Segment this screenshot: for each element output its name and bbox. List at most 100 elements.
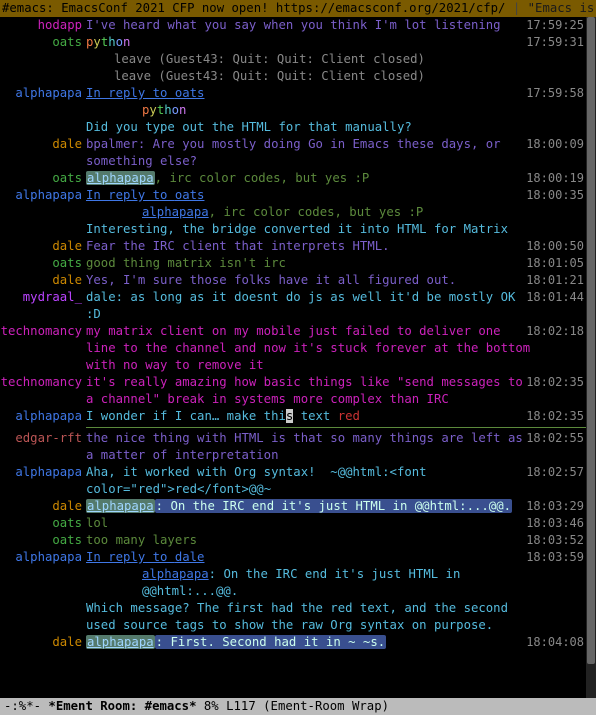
message-body: it's really amazing how basic things lik… [86, 374, 536, 408]
message-text: Interesting, the bridge converted it int… [86, 222, 508, 236]
chat-row: leave (Guest43: Quit: Quit: Client close… [0, 51, 596, 68]
reply-link[interactable]: In reply to [86, 550, 175, 564]
chat-row: alphapapa: On the IRC end it's just HTML… [0, 566, 596, 600]
nick-column: dale [0, 238, 86, 255]
timestamp: 18:02:18 [526, 323, 584, 340]
highlight-message: : On the IRC end it's just HTML in @@htm… [155, 499, 512, 513]
message-text: leave (Guest43: Quit: Quit: Client close… [114, 52, 425, 66]
reply-link[interactable]: oats [175, 86, 205, 100]
chat-row: oatspython17:59:31 [0, 34, 596, 51]
nick[interactable]: technomancy [1, 375, 82, 389]
message-text: Aha, it worked with Org syntax! ~ [86, 465, 338, 479]
nick[interactable]: alphapapa [15, 86, 82, 100]
highlight-nick: alphapapa [86, 171, 155, 185]
nick[interactable]: mydraal_ [23, 290, 82, 304]
nick[interactable]: technomancy [1, 324, 82, 338]
reply-link[interactable]: alphapapa [142, 567, 209, 581]
chat-row: oats alphapapa, irc color codes, but yes … [0, 170, 596, 187]
nick-column: oats [0, 255, 86, 272]
message-body: bpalmer: Are you mostly doing Go in Emac… [86, 136, 536, 170]
timestamp: 18:03:46 [526, 515, 584, 532]
message-body: good thing matrix isn't irc [86, 255, 536, 272]
message-text: Yes, I'm sure those folks have it all fi… [86, 273, 456, 287]
modeline: -:%*- *Ement Room: #emacs* 8% L117 (Emen… [0, 698, 596, 715]
nick[interactable]: alphapapa [15, 188, 82, 202]
nick[interactable]: alphapapa [15, 550, 82, 564]
header-topic-b: "Emacs is a co [520, 1, 596, 15]
message-body: dale: as long as it doesnt do js as well… [86, 289, 536, 323]
reply-link[interactable]: alphapapa [142, 205, 209, 219]
chat-row: alphapapa Aha, it worked with Org syntax!… [0, 464, 596, 498]
reply-link[interactable]: In reply to [86, 188, 175, 202]
highlight-nick: alphapapa [86, 499, 155, 513]
nick[interactable]: hodapp [38, 18, 82, 32]
timestamp: 17:59:25 [526, 17, 584, 34]
message-body: leave (Guest43: Quit: Quit: Client close… [86, 68, 536, 85]
timestamp: 18:02:35 [526, 408, 584, 425]
header-channel: #emacs [2, 1, 46, 15]
nick-column: oats [0, 34, 86, 51]
nick-column: hodapp [0, 17, 86, 34]
chat-row: edgar-rft the nice thing with HTML is tha… [0, 430, 596, 464]
nick[interactable]: oats [52, 171, 82, 185]
scrollbar-thumb[interactable] [587, 17, 595, 664]
nick-column: edgar-rft [0, 430, 86, 447]
nick-column: alphapapa [0, 549, 86, 566]
header-topic-a: : EmacsConf 2021 CFP now open! https://e… [46, 1, 512, 15]
modeline-mode: (Ement-Room Wrap) [263, 699, 389, 713]
chat-row: Which message? The first had the red tex… [0, 600, 596, 634]
nick[interactable]: dale [52, 499, 82, 513]
timestamp: 18:02:35 [526, 374, 584, 391]
timestamp: 18:02:57 [526, 464, 584, 481]
message-text: Fear the IRC client that interprets HTML… [86, 239, 390, 253]
nick-column: oats [0, 170, 86, 187]
message-text: red [338, 409, 360, 423]
message-text: leave (Guest43: Quit: Quit: Client close… [114, 69, 425, 83]
nick[interactable]: dale [52, 635, 82, 649]
nick[interactable]: dale [52, 239, 82, 253]
message-text: , irc color codes, but yes :P [155, 171, 370, 185]
nick-column: dale [0, 136, 86, 153]
timestamp: 18:00:35 [526, 187, 584, 204]
nick[interactable]: alphapapa [15, 409, 82, 423]
timestamp: 18:02:55 [526, 430, 584, 447]
chat-row: Did you type out the HTML for that manua… [0, 119, 596, 136]
reply-link[interactable]: oats [175, 188, 205, 202]
reply-link[interactable]: In reply to [86, 86, 175, 100]
nick[interactable]: oats [52, 516, 82, 530]
chat-row: dale Yes, I'm sure those folks have it al… [0, 272, 596, 289]
message-text: Which message? The first had the red tex… [86, 601, 515, 632]
reply-link[interactable]: dale [175, 550, 205, 564]
nick[interactable]: edgar-rft [15, 431, 82, 445]
nick[interactable]: oats [52, 533, 82, 547]
message-body: In reply to dale [86, 549, 536, 566]
message-text: I've heard what you say when you think I… [86, 18, 501, 32]
message-body: Aha, it worked with Org syntax! ~@@html:… [86, 464, 536, 498]
highlight-nick: alphapapa [86, 635, 155, 649]
message-body: I wonder if I can… make this text red [86, 408, 536, 425]
nick[interactable]: oats [52, 256, 82, 270]
chat-row: oatstoo many layers18:03:52 [0, 532, 596, 549]
message-body: too many layers [86, 532, 536, 549]
message-body: lol [86, 515, 536, 532]
chat-row: alphapapa I wonder if I can… make this te… [0, 408, 596, 425]
message-text: the nice thing with HTML is that so many… [86, 431, 530, 462]
chat-row: oatslol18:03:46 [0, 515, 596, 532]
nick[interactable]: oats [52, 35, 82, 49]
nick[interactable]: dale [52, 137, 82, 151]
nick[interactable]: alphapapa [15, 465, 82, 479]
message-body: I've heard what you say when you think I… [86, 17, 536, 34]
chat-row: dale alphapapa: On the IRC end it's just … [0, 498, 596, 515]
nick-column: oats [0, 532, 86, 549]
timestamp: 17:59:58 [526, 85, 584, 102]
message-body: alphapapa: On the IRC end it's just HTML… [86, 498, 536, 515]
message-body: Which message? The first had the red tex… [86, 600, 536, 634]
scrollbar[interactable] [586, 17, 596, 698]
timestamp: 18:01:05 [526, 255, 584, 272]
timestamp: 18:00:09 [526, 136, 584, 153]
message-text: good thing matrix isn't irc [86, 256, 286, 270]
rainbow-word: python [142, 103, 186, 117]
modeline-left: -:%*- [4, 699, 48, 713]
nick[interactable]: dale [52, 273, 82, 287]
message-text: bpalmer: Are you mostly doing Go in Emac… [86, 137, 508, 168]
